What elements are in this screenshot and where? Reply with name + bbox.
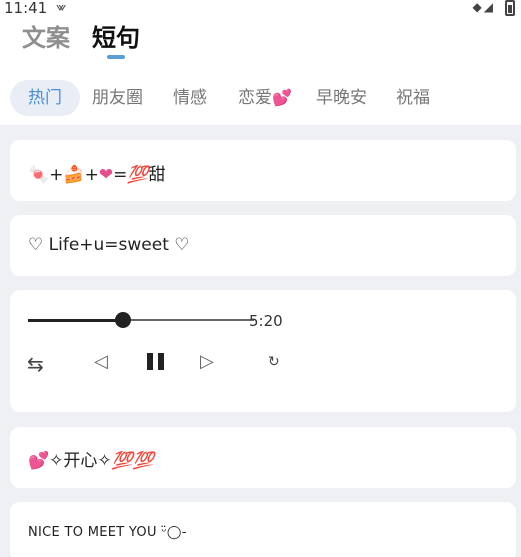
sentence-text: NICE TO MEET YOU ᵕ̈◯- — [28, 525, 187, 540]
hundred-points-icon: 💯 — [127, 165, 149, 185]
audio-player-card: 5:20 ⇆ ◁ ▷ ↻ — [10, 290, 516, 412]
category-greeting[interactable]: 早晚安 — [316, 80, 367, 116]
progress-fill — [28, 318, 123, 322]
category-moments[interactable]: 朋友圈 — [92, 80, 143, 116]
sentence-text: 💕✧开心✧💯💯 — [28, 451, 155, 471]
sentence-card[interactable]: ♡ Life+u=sweet ♡ — [10, 215, 516, 276]
category-love-label: 恋爱 — [238, 88, 272, 108]
category-love[interactable]: 恋爱💕 — [238, 80, 292, 116]
active-tab-indicator — [107, 55, 125, 59]
two-hearts-icon: 💕 — [272, 88, 292, 107]
previous-icon[interactable]: ◁ — [94, 351, 108, 372]
sentence-text: ♡ Life+u=sweet ♡ — [28, 235, 190, 255]
vibrate-icon: ⩖ — [56, 0, 67, 15]
sentence-card[interactable]: 💕✧开心✧💯💯 — [10, 427, 516, 488]
category-bar: 热门 朋友圈 情感 恋爱💕 早晚安 祝福 — [0, 80, 521, 116]
sentence-card[interactable]: NICE TO MEET YOU ᵕ̈◯- — [10, 502, 516, 557]
sentence-card[interactable]: 🍬+🍰+❤=💯甜 — [10, 140, 516, 201]
category-emotion[interactable]: 情感 — [173, 80, 207, 116]
status-time: 11:41 — [4, 0, 48, 17]
shuffle-icon[interactable]: ⇆ — [27, 352, 44, 376]
candy-icon: 🍬 — [28, 165, 50, 185]
pause-icon[interactable] — [147, 353, 164, 370]
duration-label: 5:20 — [249, 312, 283, 330]
two-hearts-icon: 💕 — [28, 451, 50, 471]
tab-duanju[interactable]: 短句 — [92, 18, 140, 53]
category-blessing[interactable]: 祝福 — [396, 80, 430, 116]
cake-icon: 🍰 — [63, 165, 85, 185]
category-hot[interactable]: 热门 — [10, 80, 80, 116]
heart-icon: ❤ — [98, 165, 114, 185]
wifi-and-signal-icon: ◆◢ — [472, 0, 495, 14]
hundred-points-icon: 💯💯 — [111, 451, 155, 471]
header: 11:41 ⩖ ◆◢ 文案 短句 热门 朋友圈 情感 恋爱💕 早晚安 祝福 — [0, 0, 521, 125]
status-bar: 11:41 ⩖ ◆◢ — [0, 0, 521, 18]
repeat-icon[interactable]: ↻ — [268, 354, 280, 370]
progress-track[interactable] — [28, 312, 254, 328]
tab-wenan[interactable]: 文案 — [22, 18, 70, 53]
battery-icon — [505, 0, 515, 16]
sentence-text: 🍬+🍰+❤=💯甜 — [28, 165, 166, 185]
progress-knob[interactable] — [114, 312, 131, 328]
next-icon[interactable]: ▷ — [200, 351, 214, 372]
